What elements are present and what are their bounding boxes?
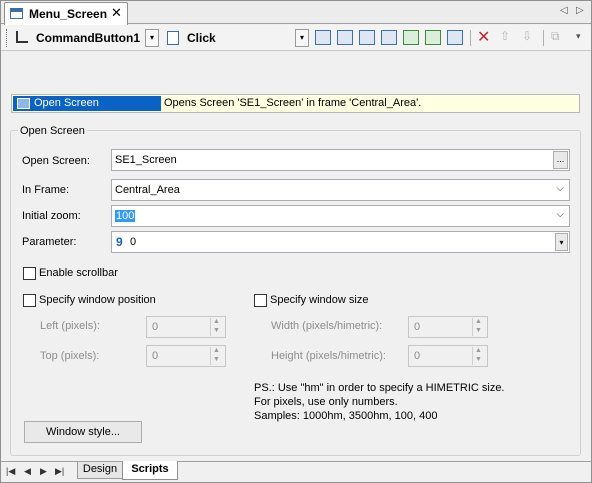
chevron-down-icon[interactable]: ⌵ <box>556 183 564 194</box>
spin-down-icon[interactable]: ▼ <box>475 356 482 363</box>
himetric-note: PS.: Use "hm" in order to specify a HIME… <box>254 381 505 423</box>
spin-buttons[interactable]: ▲ ▼ <box>472 318 486 336</box>
note-line: For pixels, use only numbers. <box>254 396 398 408</box>
spin-down-icon[interactable]: ▼ <box>213 327 220 334</box>
spin-down-icon[interactable]: ▼ <box>213 356 220 363</box>
first-tab-icon[interactable]: |◀ <box>6 466 15 477</box>
parameter-value: 0 <box>130 236 137 248</box>
parameter-dropdown-button[interactable]: ▾ <box>555 233 568 251</box>
toolbar-overflow-icon[interactable]: ▾ <box>576 31 581 42</box>
window-style-button[interactable]: Window style... <box>24 421 142 443</box>
width-label: Width (pixels/himetric): <box>271 320 383 332</box>
in-frame-label: In Frame: <box>22 184 70 196</box>
in-frame-combo[interactable]: Central_Area ⌵ <box>111 179 570 201</box>
open-screen-field[interactable]: SE1_Screen ... <box>111 149 570 171</box>
object-icon <box>16 31 28 43</box>
parameter-label: Parameter: <box>22 236 77 248</box>
open-screen-value: SE1_Screen <box>115 154 177 166</box>
screen-icon <box>10 8 23 19</box>
spin-buttons[interactable]: ▲ ▼ <box>210 347 224 365</box>
spin-buttons[interactable]: ▲ ▼ <box>472 347 486 365</box>
script-action-icon[interactable] <box>381 30 397 45</box>
action-list-row[interactable]: Open Screen Opens Screen 'SE1_Screen' in… <box>11 94 580 113</box>
add-action-icon[interactable] <box>315 30 331 45</box>
specify-window-size-label[interactable]: Specify window size <box>270 294 368 306</box>
event-dropdown-button[interactable]: ▾ <box>295 29 309 47</box>
delete-icon[interactable]: ✕ <box>477 27 490 47</box>
in-frame-value: Central_Area <box>115 184 180 196</box>
object-select-value[interactable]: CommandButton1 <box>36 31 140 45</box>
move-up-icon[interactable]: ⇧ <box>500 29 510 43</box>
link-action-icon[interactable] <box>403 30 419 45</box>
specify-window-position-label[interactable]: Specify window position <box>39 294 156 306</box>
left-pixels-spinbox[interactable]: 0 ▲ ▼ <box>146 316 226 338</box>
browse-button[interactable]: ... <box>553 151 568 169</box>
print-action-icon[interactable] <box>447 30 463 45</box>
height-spinbox[interactable]: 0 ▲ ▼ <box>408 345 488 367</box>
top-pixels-spinbox[interactable]: 0 ▲ ▼ <box>146 345 226 367</box>
next-tab-icon[interactable]: ▶ <box>40 466 47 477</box>
close-icon[interactable]: ✕ <box>111 5 122 21</box>
note-line: Samples: 1000hm, 3500hm, 100, 400 <box>254 410 438 422</box>
left-pixels-value: 0 <box>152 321 159 333</box>
event-select-value[interactable]: Click <box>187 31 216 45</box>
spin-up-icon[interactable]: ▲ <box>213 318 220 325</box>
action-name: Open Screen <box>34 97 99 109</box>
width-value: 0 <box>414 321 421 333</box>
height-label: Height (pixels/himetric): <box>271 350 386 362</box>
open-screen-icon <box>17 98 30 109</box>
top-pixels-value: 0 <box>152 350 159 362</box>
height-value: 0 <box>414 350 421 362</box>
tab-scripts[interactable]: Scripts <box>122 461 178 480</box>
spin-buttons[interactable]: ▲ ▼ <box>210 318 224 336</box>
copy-icon[interactable]: ⧉ <box>551 29 560 44</box>
number-type-icon: 9 <box>116 235 123 249</box>
action-description: Opens Screen 'SE1_Screen' in frame 'Cent… <box>164 97 422 109</box>
parameter-field[interactable]: 9 0 ▾ <box>111 231 570 253</box>
toolbar-grip[interactable] <box>6 29 9 47</box>
specify-window-position-checkbox[interactable] <box>23 294 36 307</box>
initial-zoom-combo[interactable]: 100 ⌵ <box>111 205 570 227</box>
spin-up-icon[interactable]: ▲ <box>475 318 482 325</box>
initial-zoom-label: Initial zoom: <box>22 210 81 222</box>
chevron-down-icon[interactable]: ⌵ <box>556 209 564 220</box>
object-dropdown-button[interactable]: ▾ <box>145 29 159 47</box>
tab-title: Menu_Screen <box>29 7 108 21</box>
toolbar-separator <box>470 30 471 46</box>
spin-up-icon[interactable]: ▲ <box>475 347 482 354</box>
prev-tab-icon[interactable]: ◀ <box>24 466 31 477</box>
tab-menu-screen[interactable]: Menu_Screen ✕ <box>4 2 128 25</box>
move-down-icon[interactable]: ⇩ <box>522 29 532 43</box>
spin-up-icon[interactable]: ▲ <box>213 347 220 354</box>
spin-down-icon[interactable]: ▼ <box>475 327 482 334</box>
open-screen-label: Open Screen: <box>22 155 90 167</box>
top-pixels-label: Top (pixels): <box>40 350 100 362</box>
enable-scrollbar-label[interactable]: Enable scrollbar <box>39 267 118 279</box>
insert-action-icon[interactable] <box>337 30 353 45</box>
toolbar-separator <box>543 30 544 46</box>
tab-design[interactable]: Design <box>77 462 123 479</box>
initial-zoom-value: 100 <box>115 210 136 222</box>
left-pixels-label: Left (pixels): <box>40 320 100 332</box>
action-name-cell[interactable]: Open Screen <box>13 96 161 111</box>
edit-action-icon[interactable] <box>359 30 375 45</box>
width-spinbox[interactable]: 0 ▲ ▼ <box>408 316 488 338</box>
tab-scroll-right-icon[interactable]: ▷ <box>576 5 584 16</box>
tab-scroll-left-icon[interactable]: ◁ <box>560 5 568 16</box>
last-tab-icon[interactable]: ▶| <box>55 466 64 477</box>
event-icon <box>167 31 179 45</box>
note-line: PS.: Use "hm" in order to specify a HIME… <box>254 382 505 394</box>
specify-window-size-checkbox[interactable] <box>254 294 267 307</box>
group-title: Open Screen <box>18 125 87 137</box>
refresh-action-icon[interactable] <box>425 30 441 45</box>
enable-scrollbar-checkbox[interactable] <box>23 267 36 280</box>
